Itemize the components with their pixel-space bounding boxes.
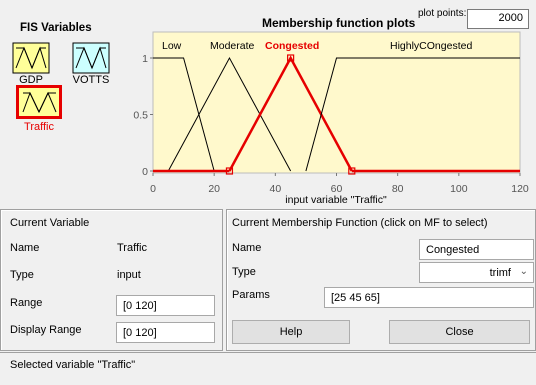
x-tick-label: 0 [150, 183, 156, 195]
x-tick-label: 120 [511, 183, 529, 195]
membership-function-chart: Low Moderate Congested HighlyCOngested 0 20 4… [133, 31, 529, 205]
mf-type-value: trimf [489, 267, 511, 279]
x-tick-label: 40 [269, 183, 281, 195]
chevron-down-icon: ⌄ [519, 266, 528, 277]
current-mf-title: Current Membership Function (click on MF… [232, 217, 488, 229]
variable-range-field[interactable]: [0 120] [116, 295, 215, 316]
close-button[interactable]: Close [389, 320, 530, 344]
mf-label-congested[interactable]: Congested [265, 40, 319, 52]
plot-background[interactable] [152, 31, 521, 174]
variable-name-value: Traffic [117, 242, 147, 254]
y-tick-label: 1 [142, 53, 148, 65]
x-tick-label: 80 [392, 183, 404, 195]
mf-name-field[interactable]: Congested [419, 239, 534, 260]
mf-type-label: Type [232, 266, 256, 278]
variable-type-value: input [117, 269, 141, 281]
status-text: Selected variable "Traffic" [10, 359, 136, 371]
mf-type-select[interactable]: trimf ⌄ [419, 262, 534, 283]
x-tick-label: 20 [208, 183, 220, 195]
mf-label-low[interactable]: Low [162, 40, 182, 52]
mf-name-label: Name [232, 242, 262, 254]
y-tick-label: 0 [142, 166, 148, 178]
x-tick-label: 100 [450, 183, 468, 195]
variable-type-label: Type [10, 269, 34, 281]
current-variable-title: Current Variable [10, 217, 90, 229]
variable-name-label: Name [10, 242, 40, 254]
display-range-label: Display Range [10, 324, 82, 336]
display-range-field[interactable]: [0 120] [116, 322, 215, 343]
mf-label-highlycongested[interactable]: HighlyCOngested [390, 40, 472, 52]
mf-params-label: Params [232, 289, 270, 301]
variable-range-label: Range [10, 297, 43, 309]
x-axis-label: input variable "Traffic" [285, 194, 387, 205]
y-tick-label: 0.5 [133, 110, 148, 122]
mf-params-field[interactable]: [25 45 65] [324, 287, 534, 308]
mf-label-moderate[interactable]: Moderate [210, 40, 255, 52]
help-button[interactable]: Help [232, 320, 350, 344]
